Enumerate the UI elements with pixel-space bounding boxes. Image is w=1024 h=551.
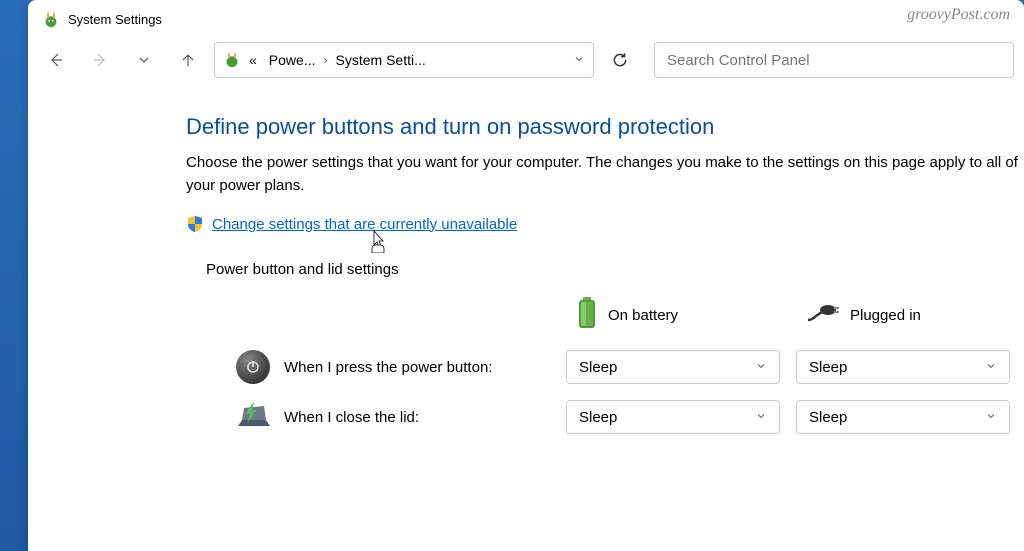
chevron-right-icon: › xyxy=(324,53,328,67)
lid-row-label: When I close the lid: xyxy=(186,400,566,434)
breadcrumb-item[interactable]: Powe... xyxy=(265,48,320,72)
lid-plugged-select[interactable]: Sleep xyxy=(796,400,1010,434)
main-content: Define power buttons and turn on passwor… xyxy=(28,88,1024,434)
column-header-plugged: Plugged in xyxy=(796,302,1024,328)
chevron-down-icon xyxy=(985,360,997,375)
recent-dropdown[interactable] xyxy=(126,42,162,78)
window: groovyPost.com System Settings « Powe...… xyxy=(28,0,1024,551)
back-button[interactable] xyxy=(38,42,74,78)
change-settings-row: Change settings that are currently unava… xyxy=(186,215,1024,233)
navbar: « Powe... › System Setti... xyxy=(28,38,1024,88)
laptop-lid-icon xyxy=(236,400,270,434)
change-settings-link[interactable]: Change settings that are currently unava… xyxy=(212,216,517,233)
power-button-icon xyxy=(236,350,270,384)
page-description: Choose the power settings that you want … xyxy=(186,152,1024,197)
page-title: Define power buttons and turn on passwor… xyxy=(186,114,1024,140)
settings-grid: On battery Plugged in When I press the p… xyxy=(186,296,1024,434)
chevron-down-icon xyxy=(755,410,767,425)
up-button[interactable] xyxy=(170,42,206,78)
row-label-text: When I press the power button: xyxy=(284,359,492,376)
column-label: On battery xyxy=(608,307,678,324)
app-icon xyxy=(42,10,60,28)
breadcrumb-prefix: « xyxy=(245,48,261,72)
plug-icon xyxy=(806,302,840,328)
chevron-down-icon xyxy=(985,410,997,425)
select-value: Sleep xyxy=(809,409,847,426)
row-label-text: When I close the lid: xyxy=(284,409,419,426)
refresh-button[interactable] xyxy=(602,42,638,78)
column-label: Plugged in xyxy=(850,307,921,324)
shield-icon xyxy=(186,215,204,233)
select-value: Sleep xyxy=(809,359,847,376)
titlebar: System Settings xyxy=(28,0,1024,38)
breadcrumb-icon xyxy=(223,50,241,71)
column-header-battery: On battery xyxy=(566,296,796,334)
chevron-down-icon xyxy=(755,360,767,375)
battery-icon xyxy=(576,296,598,334)
select-value: Sleep xyxy=(579,359,617,376)
cursor-icon xyxy=(368,229,388,253)
search-input[interactable] xyxy=(654,42,1014,78)
select-value: Sleep xyxy=(579,409,617,426)
breadcrumb-item[interactable]: System Setti... xyxy=(332,48,430,72)
forward-button[interactable] xyxy=(82,42,118,78)
breadcrumb[interactable]: « Powe... › System Setti... xyxy=(214,42,594,78)
lid-battery-select[interactable]: Sleep xyxy=(566,400,780,434)
power-button-battery-select[interactable]: Sleep xyxy=(566,350,780,384)
power-button-plugged-select[interactable]: Sleep xyxy=(796,350,1010,384)
window-title: System Settings xyxy=(68,12,162,27)
section-title: Power button and lid settings xyxy=(186,261,1024,278)
watermark: groovyPost.com xyxy=(907,6,1010,24)
chevron-down-icon[interactable] xyxy=(573,52,585,68)
power-button-row-label: When I press the power button: xyxy=(186,350,566,384)
